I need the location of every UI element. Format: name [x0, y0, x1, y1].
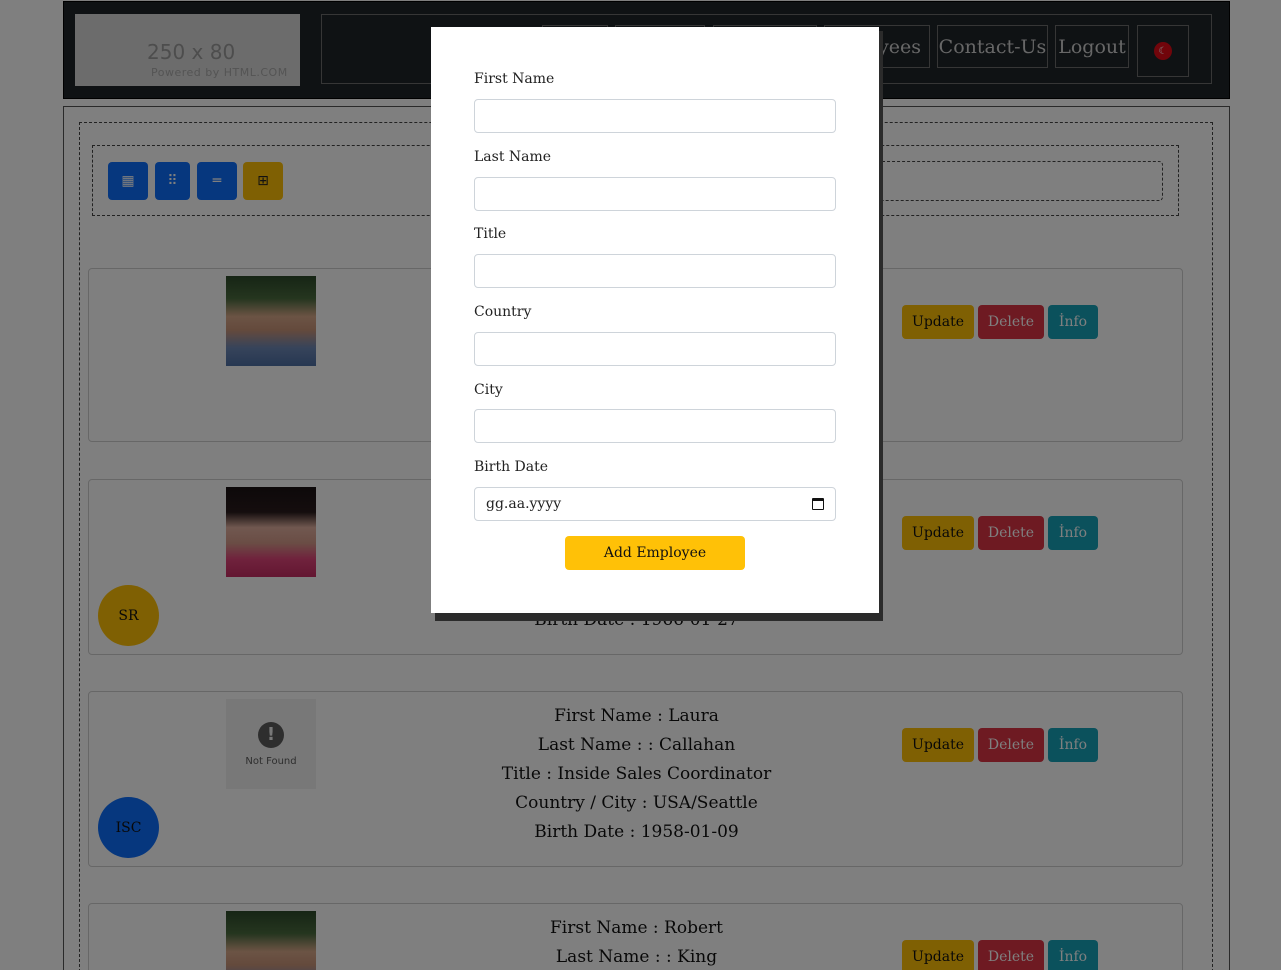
calendar-icon[interactable]: [812, 498, 824, 510]
city-input[interactable]: [474, 409, 836, 443]
country-label: Country: [474, 304, 532, 320]
add-employee-modal: First Name Last Name Title Country City …: [431, 27, 879, 613]
city-label: City: [474, 382, 503, 398]
add-employee-button[interactable]: Add Employee: [565, 536, 745, 570]
title-label: Title: [474, 226, 507, 242]
first-name-label: First Name: [474, 71, 555, 87]
title-input[interactable]: [474, 254, 836, 288]
birth-date-input[interactable]: gg.aa.yyyy: [474, 487, 836, 521]
country-input[interactable]: [474, 332, 836, 366]
last-name-label: Last Name: [474, 149, 552, 165]
first-name-input[interactable]: [474, 99, 836, 133]
birth-date-placeholder: gg.aa.yyyy: [486, 496, 562, 512]
last-name-input[interactable]: [474, 177, 836, 211]
birth-date-label: Birth Date: [474, 459, 549, 475]
